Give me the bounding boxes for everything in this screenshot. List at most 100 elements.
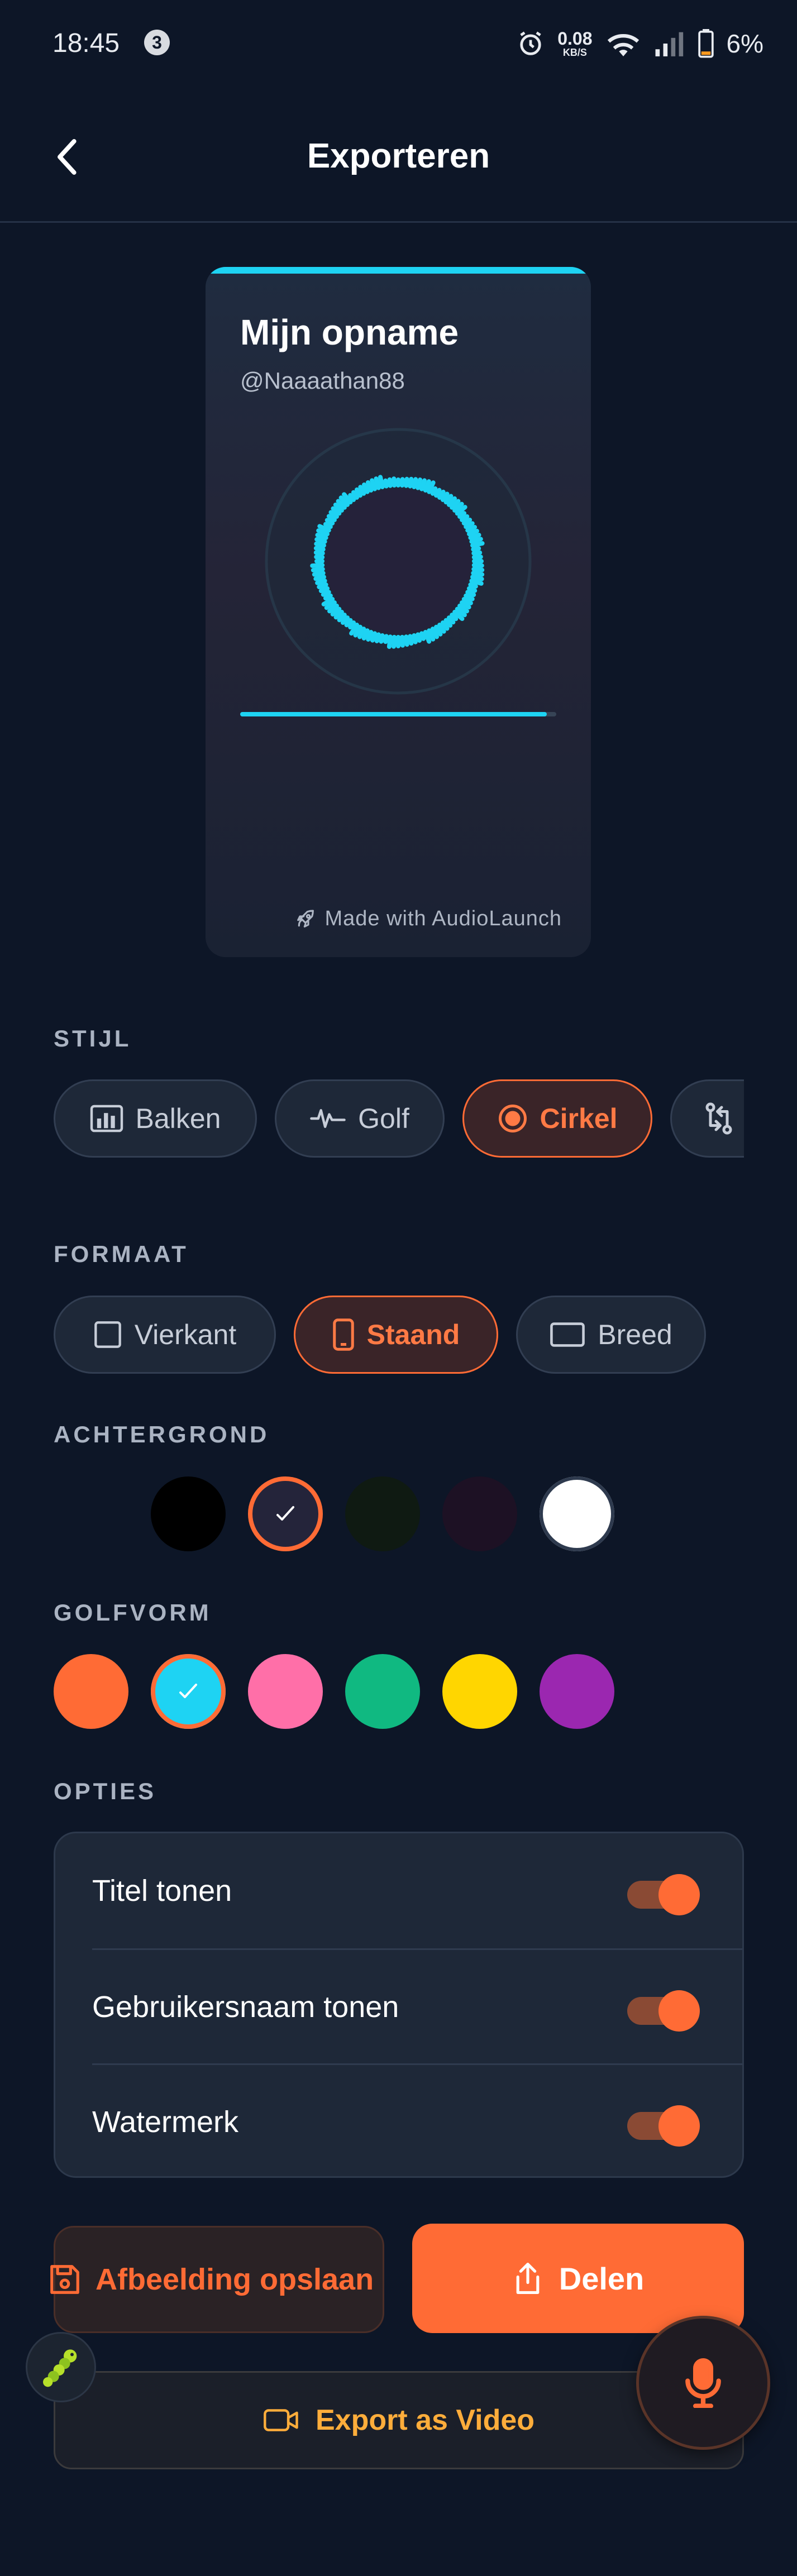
waveform-tick [466,586,478,593]
wave-swatch-orange[interactable] [54,1654,128,1729]
watermark-text: Made with AudioLaunch [324,907,562,930]
section-label-waveform: GOLFVORM [54,1599,212,1626]
wave-swatch-green[interactable] [345,1654,420,1729]
wave-swatch-yellow[interactable] [442,1654,517,1729]
wave-swatch-purple[interactable] [540,1654,614,1729]
waveform-tick [412,633,418,644]
waveform-tick [348,493,356,502]
square-icon [94,1321,121,1348]
waveform-tick [313,546,326,552]
status-time: 18:45 [53,28,120,58]
waveform-tick [313,575,326,581]
waveform-tick [386,634,393,649]
waveform-tick [471,563,484,568]
section-label-options: OPTIES [54,1778,157,1804]
battery-percent: 6% [726,29,763,58]
format-chip-breed[interactable]: Breed [516,1296,706,1374]
format-chip-vierkant[interactable]: Vierkant [54,1296,276,1374]
wifi-icon [607,34,639,56]
save-image-button[interactable]: Afbeelding opslaan [50,2226,384,2333]
option-row-watermark: Watermerk [92,2064,742,2180]
check-icon [179,1684,197,1698]
video-camera-icon [264,2409,298,2431]
notification-count-badge: 3 [144,30,170,55]
waveform-tick [408,634,414,646]
background-swatch-black[interactable] [151,1476,226,1551]
style-chip-row: Balken Golf Cirkel [54,1079,744,1158]
background-swatch-white[interactable] [540,1476,614,1551]
toggle-show-username[interactable] [627,1990,700,2032]
waveform-tick [400,477,405,488]
preview-watermark: Made with AudioLaunch [294,907,562,931]
waveform-tick [370,631,377,643]
waveform-tick [365,480,374,493]
waveform-tick [430,486,438,496]
section-label-format: FORMAAT [54,1241,189,1267]
waveform-tick [400,634,405,648]
waveform-tick [466,528,479,537]
waveform-tick [471,567,485,572]
style-chip-golf[interactable]: Golf [275,1079,445,1158]
waveform-tick [323,522,333,529]
waveform-tick [468,582,478,589]
background-swatch-dark-purple[interactable] [442,1476,517,1551]
preview-accent-bar [206,267,591,274]
waveform-tick [370,478,377,491]
record-fab[interactable] [639,2319,767,2447]
background-swatch-dark-green[interactable] [345,1476,420,1551]
bars-icon [90,1105,123,1132]
save-image-label: Afbeelding opslaan [96,2263,374,2296]
waveform-tick [317,582,328,590]
background-swatch-row [151,1476,614,1551]
waveform-tick [408,476,414,489]
option-label-title: Titel tonen [92,1874,232,1908]
waveform-tick [471,571,485,577]
swap-icon [705,1102,732,1135]
waveform-tick [314,541,326,548]
preview-title: Mijn opname [240,312,459,352]
share-label: Delen [559,2260,645,2296]
waveform-tick [366,629,374,642]
waveform-tick [419,478,427,491]
waveform-tick [374,476,381,490]
toggle-watermark[interactable] [627,2105,700,2147]
waveform-tick [379,633,385,644]
waveform-tick [315,579,327,585]
waveform-tick [468,533,481,540]
style-chip-cirkel[interactable]: Cirkel [462,1079,652,1158]
waveform-tick [404,634,409,647]
wave-swatch-pink[interactable] [248,1654,323,1729]
waveform-tick [457,511,467,519]
preview-card: Mijn opname @Naaaathan88 Made with Audio… [206,267,591,957]
circle-waveform [265,428,532,695]
style-chip-balken[interactable]: Balken [54,1079,257,1158]
wave-swatch-cyan[interactable] [151,1654,226,1729]
share-button[interactable]: Delen [412,2224,744,2333]
waveform-tick [412,477,418,489]
format-chip-staand[interactable]: Staand [294,1296,498,1374]
waveform-tick [312,571,326,577]
caterpillar-icon [43,2349,77,2387]
waveform-tick [469,537,483,544]
waveform-tick [378,475,385,489]
option-row-username: Gebruikersnaam tonen [92,1949,742,2064]
wave-icon [310,1109,346,1128]
waveform-tick [465,590,476,598]
waveform-tick [310,563,325,568]
share-icon [516,2263,540,2295]
waveform-tick [318,586,330,594]
background-swatch-navy[interactable] [248,1476,323,1551]
page-title: Exporteren [307,137,490,175]
microphone-icon [685,2358,721,2408]
waveform-tick [416,632,422,643]
waveform-tick [314,537,327,544]
toggle-show-title[interactable] [627,1874,700,1915]
signal-icon [655,32,683,56]
alarm-icon [520,31,541,55]
waveform-tick [321,590,331,597]
style-chip-swap[interactable] [670,1079,744,1158]
header-divider [0,221,797,223]
waveform-tick [323,593,333,601]
debug-bug-button[interactable] [26,2332,96,2402]
circle-icon [498,1105,527,1132]
